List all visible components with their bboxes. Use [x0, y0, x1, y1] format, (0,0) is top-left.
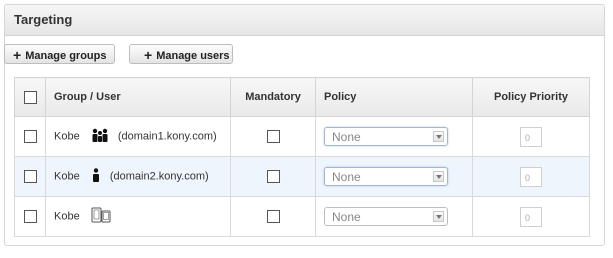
- entity-name: Kobe: [54, 130, 80, 143]
- user-icon: [91, 168, 101, 185]
- select-all-checkbox[interactable]: [23, 90, 37, 104]
- mandatory-checkbox[interactable]: [266, 130, 280, 143]
- group-user-cell: Kobe: [45, 196, 231, 237]
- group-icon: [91, 128, 109, 145]
- row-select-checkbox[interactable]: [23, 130, 37, 143]
- plus-icon: +: [144, 47, 153, 63]
- policy-priority-input[interactable]: 0: [520, 206, 542, 227]
- column-header-policy-priority: Policy Priority: [472, 77, 590, 117]
- manage-users-button[interactable]: + Manage users: [129, 44, 233, 64]
- group-user-cell: Kobe (domain1.kony.com): [45, 116, 231, 157]
- row-select-checkbox[interactable]: [23, 210, 37, 223]
- table-row: Kobe None 0: [14, 196, 590, 237]
- group-user-cell: Kobe (domain2.kony.com): [45, 156, 231, 197]
- targeting-table: Group / User Mandatory Policy Policy Pri…: [14, 77, 590, 237]
- policy-select[interactable]: None: [324, 167, 448, 186]
- plus-icon: +: [13, 47, 22, 63]
- devices-icon: [91, 207, 111, 226]
- column-header-mandatory: Mandatory: [230, 77, 316, 117]
- policy-select[interactable]: None: [324, 207, 448, 226]
- mandatory-checkbox[interactable]: [266, 170, 280, 183]
- table-row: Kobe (domain1.kony.com) None 0: [14, 116, 590, 157]
- row-select-checkbox[interactable]: [23, 170, 37, 183]
- policy-select-value: None: [332, 170, 361, 184]
- manage-groups-label: Manage groups: [25, 50, 107, 62]
- column-header-policy: Policy: [315, 77, 473, 117]
- entity-domain: (domain1.kony.com): [117, 130, 217, 143]
- policy-priority-input[interactable]: 0: [520, 126, 542, 147]
- manage-groups-button[interactable]: + Manage groups: [4, 44, 115, 64]
- entity-name: Kobe: [54, 170, 80, 183]
- chevron-down-icon: [433, 131, 444, 142]
- entity-name: Kobe: [54, 210, 80, 223]
- table-header-row: Group / User Mandatory Policy Policy Pri…: [14, 77, 590, 117]
- policy-select-value: None: [332, 130, 361, 144]
- column-header-group-user: Group / User: [45, 77, 231, 117]
- policy-select-value: None: [332, 210, 361, 224]
- chevron-down-icon: [433, 171, 444, 182]
- select-all-cell: [14, 77, 46, 117]
- table-row: Kobe (domain2.kony.com) None 0: [14, 156, 590, 197]
- panel-title: Targeting: [5, 5, 604, 36]
- policy-priority-input[interactable]: 0: [520, 166, 542, 187]
- chevron-down-icon: [433, 211, 444, 222]
- entity-domain: (domain2.kony.com): [109, 170, 209, 183]
- mandatory-checkbox[interactable]: [266, 210, 280, 223]
- manage-users-label: Manage users: [156, 50, 230, 62]
- policy-select[interactable]: None: [324, 127, 448, 146]
